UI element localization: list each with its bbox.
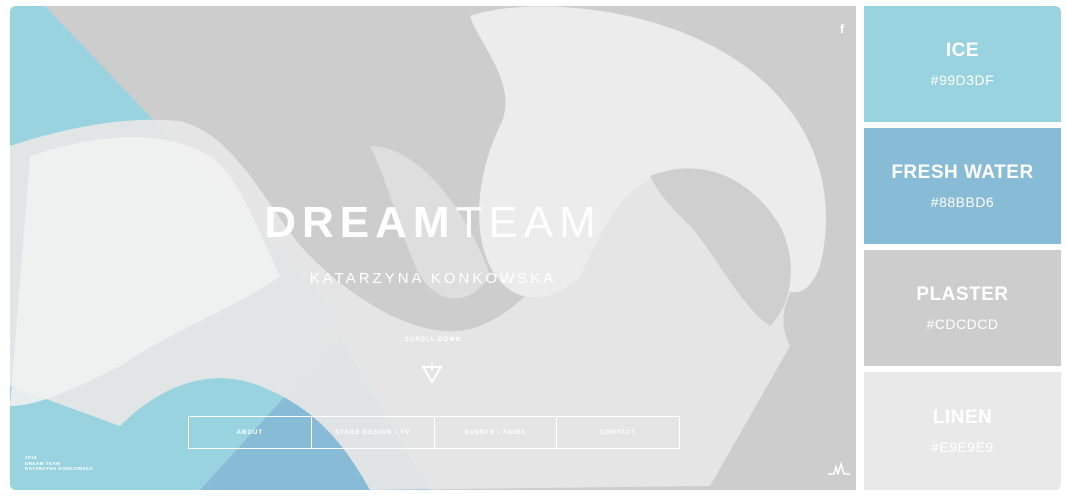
swatch-hex: #99D3DF xyxy=(930,72,995,88)
color-palette: ICE #99D3DF FRESH WATER #88BBD6 PLASTER … xyxy=(864,6,1061,490)
nav-item-about[interactable]: ABOUT xyxy=(189,417,312,448)
hero-title: DREAMTEAM xyxy=(10,201,856,245)
scroll-down-label[interactable]: SCROLL DOWN xyxy=(10,337,856,343)
swatch-name: PLASTER xyxy=(916,284,1009,305)
swatch-name: LINEN xyxy=(932,407,993,428)
swatch-name: FRESH WATER xyxy=(891,162,1034,183)
hero-title-light: TEAM xyxy=(455,198,602,247)
scroll-down-arrow-icon[interactable] xyxy=(421,363,443,385)
swatch-plaster: PLASTER #CDCDCD xyxy=(864,250,1061,366)
swatch-hex: #88BBD6 xyxy=(930,194,995,210)
swatch-name: ICE xyxy=(945,40,980,61)
swatch-fresh-water: FRESH WATER #88BBD6 xyxy=(864,128,1061,244)
nav-item-contact[interactable]: CONTACT xyxy=(557,417,679,448)
main-nav: ABOUT STAGE DESIGN • TV EVENTS • FAIRS C… xyxy=(188,416,680,449)
swatch-hex: #E9E9E9 xyxy=(931,439,994,455)
hero-title-bold: DREAM xyxy=(264,198,456,247)
hero-section: f DREAMTEAM KATARZYNA KONKOWSKA SCROLL D… xyxy=(10,6,856,490)
swatch-hex: #CDCDCD xyxy=(926,316,999,332)
hero-subtitle: KATARZYNA KONKOWSKA xyxy=(309,270,557,287)
facebook-icon[interactable]: f xyxy=(840,22,844,36)
swatch-ice: ICE #99D3DF xyxy=(864,6,1061,122)
site-mark-icon xyxy=(828,461,850,475)
footer-credits: 2016 DREAM TEAM KATARZYNA KONKOWSKA xyxy=(25,455,93,472)
nav-item-events[interactable]: EVENTS • FAIRS xyxy=(435,417,558,448)
footer-author: KATARZYNA KONKOWSKA xyxy=(25,466,94,471)
swatch-linen: LINEN #E9E9E9 xyxy=(864,372,1061,490)
nav-item-stage-design[interactable]: STAGE DESIGN • TV xyxy=(312,417,435,448)
